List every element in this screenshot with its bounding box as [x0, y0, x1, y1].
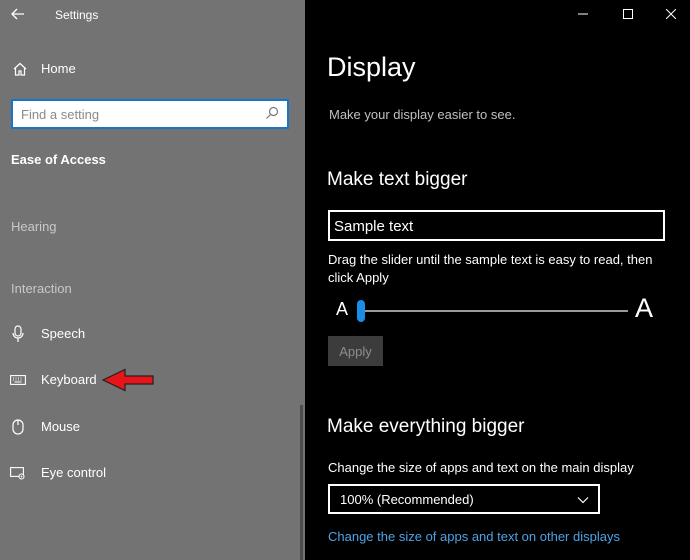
sidebar-item-label: Mouse: [41, 419, 81, 434]
large-a-label: A: [635, 293, 654, 323]
search-box[interactable]: [11, 99, 289, 129]
home-nav-item[interactable]: Home: [10, 59, 76, 79]
group-label-hearing: Hearing: [11, 219, 57, 234]
back-arrow-icon: [11, 8, 24, 20]
sample-text-preview: Sample text: [328, 210, 665, 241]
main-panel: Display Make your display easier to see.…: [305, 0, 690, 560]
maximize-icon: [623, 9, 633, 19]
text-size-slider[interactable]: [358, 310, 628, 312]
search-icon[interactable]: [265, 106, 281, 122]
title-bar: Settings: [0, 0, 305, 30]
app-title: Settings: [55, 8, 99, 22]
sidebar-item-label: Speech: [41, 326, 86, 341]
text-bigger-heading: Make text bigger: [327, 169, 468, 190]
small-a-label: A: [336, 299, 349, 319]
sidebar-item-label: Eye control: [41, 465, 107, 480]
home-label: Home: [41, 61, 76, 76]
apply-button[interactable]: Apply: [328, 336, 383, 366]
maximize-button[interactable]: [605, 0, 651, 28]
scale-description: Change the size of apps and text on the …: [328, 460, 634, 475]
keyboard-icon: [10, 370, 26, 390]
sample-text: Sample text: [334, 218, 414, 235]
minimize-button[interactable]: [560, 0, 606, 28]
mouse-icon: [10, 417, 26, 437]
scale-selected-value: 100% (Recommended): [340, 492, 474, 507]
sidebar-item-mouse[interactable]: Mouse: [0, 413, 290, 441]
close-button[interactable]: [648, 0, 690, 28]
page-subtitle: Make your display easier to see.: [329, 107, 516, 122]
sidebar-item-label: Keyboard: [41, 372, 97, 387]
everything-bigger-heading: Make everything bigger: [327, 416, 525, 437]
sidebar: Settings Home Ease of Access Hearing Int…: [0, 0, 305, 560]
annotation-arrow-icon: [101, 368, 154, 392]
minimize-icon: [578, 13, 588, 15]
sidebar-scrollbar[interactable]: [300, 405, 303, 560]
close-icon: [666, 9, 676, 19]
slider-description: Drag the slider until the sample text is…: [328, 252, 653, 285]
microphone-icon: [10, 324, 26, 344]
slider-thumb[interactable]: [357, 300, 365, 322]
sidebar-item-eye-control[interactable]: Eye control: [0, 459, 290, 487]
search-input[interactable]: [21, 105, 261, 123]
back-button[interactable]: [6, 2, 30, 26]
page-title: Display: [327, 52, 416, 82]
eye-control-icon: [10, 463, 26, 483]
section-title: Ease of Access: [11, 152, 106, 167]
scale-dropdown[interactable]: 100% (Recommended): [328, 484, 600, 514]
home-icon: [10, 59, 30, 79]
group-label-interaction: Interaction: [11, 281, 72, 296]
chevron-down-icon: [577, 497, 589, 504]
other-displays-link[interactable]: Change the size of apps and text on othe…: [328, 529, 620, 544]
sidebar-item-speech[interactable]: Speech: [0, 320, 290, 348]
